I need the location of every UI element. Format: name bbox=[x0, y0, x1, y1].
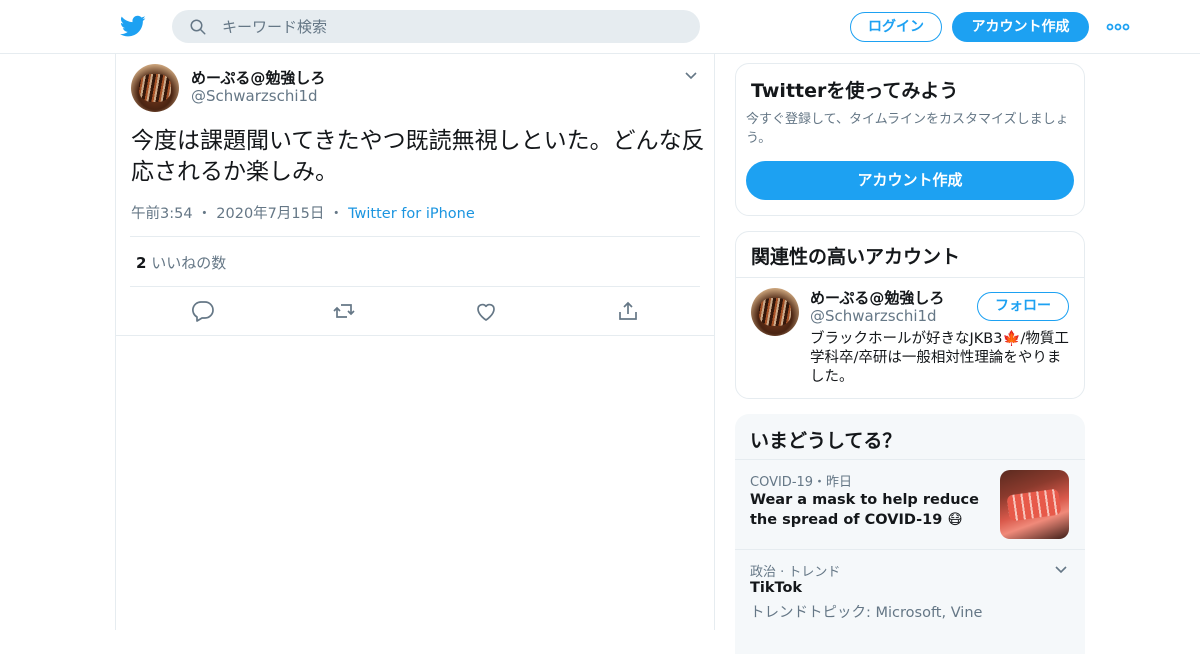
separator-dot: ・ bbox=[328, 206, 344, 222]
more-dots-icon[interactable] bbox=[1106, 18, 1130, 36]
trend-meta: COVID-19・昨日 bbox=[750, 475, 853, 490]
share-icon[interactable] bbox=[616, 300, 640, 322]
chevron-down-icon[interactable] bbox=[683, 68, 699, 84]
divider bbox=[735, 459, 1085, 460]
author-handle[interactable]: @Schwarzschi1d bbox=[191, 87, 318, 105]
trend-title[interactable]: TikTok bbox=[750, 580, 802, 596]
trend-meta: 政治 · トレンド bbox=[750, 565, 841, 580]
reply-icon[interactable] bbox=[191, 300, 215, 322]
signup-button[interactable]: アカウント作成 bbox=[952, 12, 1089, 42]
tweet-column: めーぷる@勉強しろ @Schwarzschi1d 今度は課題聞いてきたやつ既読無… bbox=[115, 54, 715, 630]
tweet-timestamp: 午前3:54 ・ 2020年7月15日 ・ Twitter for iPhone bbox=[131, 202, 475, 223]
trends-title: いまどうしてる？ bbox=[750, 430, 902, 452]
divider bbox=[736, 277, 1084, 278]
related-accounts-card: 関連性の高いアカウント めーぷる@勉強しろ @Schwarzschi1d フォロ… bbox=[735, 231, 1085, 399]
top-navigation-bar: ログイン アカウント作成 bbox=[0, 0, 1200, 54]
related-title: 関連性の高いアカウント bbox=[751, 246, 961, 268]
twitter-bird-icon[interactable] bbox=[120, 13, 146, 39]
signup-promo-card: Twitterを使ってみよう 今すぐ登録して、タイムラインをカスタマイズしましょ… bbox=[735, 63, 1085, 216]
separator-dot: ・ bbox=[197, 206, 212, 222]
like-count-label: いいねの数 bbox=[151, 254, 227, 272]
divider bbox=[130, 286, 700, 287]
follow-button[interactable]: フォロー bbox=[977, 292, 1069, 321]
related-account-bio: ブラックホールが好きなJKB3🍁/物質工学科卒/卒研は一般相対性理論をやりました… bbox=[810, 331, 1069, 385]
retweet-icon[interactable] bbox=[332, 300, 356, 322]
search-icon bbox=[190, 19, 206, 35]
related-account-name[interactable]: めーぷる@勉強しろ bbox=[810, 287, 944, 308]
promo-signup-button[interactable]: アカウント作成 bbox=[746, 161, 1074, 200]
search-box[interactable] bbox=[172, 10, 700, 43]
like-count[interactable]: 2 いいねの数 bbox=[136, 252, 226, 273]
tweet-time[interactable]: 午前3:54 bbox=[131, 206, 193, 222]
tweet: めーぷる@勉強しろ @Schwarzschi1d 今度は課題聞いてきたやつ既読無… bbox=[116, 54, 714, 336]
trend-thumbnail[interactable] bbox=[1000, 470, 1069, 539]
avatar[interactable] bbox=[751, 288, 799, 336]
tweet-text: 今度は課題聞いてきたやつ既読無視しといた。どんな反応されるか楽しみ。 bbox=[131, 128, 705, 185]
login-button[interactable]: ログイン bbox=[850, 12, 942, 42]
divider bbox=[735, 549, 1085, 550]
promo-title: Twitterを使ってみよう bbox=[751, 80, 959, 102]
divider bbox=[130, 236, 700, 237]
search-input[interactable] bbox=[222, 10, 682, 43]
trend-title[interactable]: Wear a mask to help reduce the spread of… bbox=[750, 490, 980, 530]
tweet-source-link[interactable]: Twitter for iPhone bbox=[348, 206, 475, 222]
heart-icon[interactable] bbox=[474, 300, 498, 322]
avatar[interactable] bbox=[131, 64, 179, 112]
tweet-date[interactable]: 2020年7月15日 bbox=[216, 206, 324, 222]
chevron-down-icon[interactable] bbox=[1053, 562, 1069, 578]
trends-card: いまどうしてる？ COVID-19・昨日 Wear a mask to help… bbox=[735, 414, 1085, 654]
trend-subtitle: トレンドトピック: Microsoft, Vine bbox=[750, 605, 983, 621]
promo-description: 今すぐ登録して、タイムラインをカスタマイズしましょう。 bbox=[746, 112, 1069, 146]
author-name[interactable]: めーぷる@勉強しろ bbox=[191, 67, 325, 88]
like-count-value: 2 bbox=[136, 254, 147, 272]
related-account-handle[interactable]: @Schwarzschi1d bbox=[810, 307, 937, 325]
